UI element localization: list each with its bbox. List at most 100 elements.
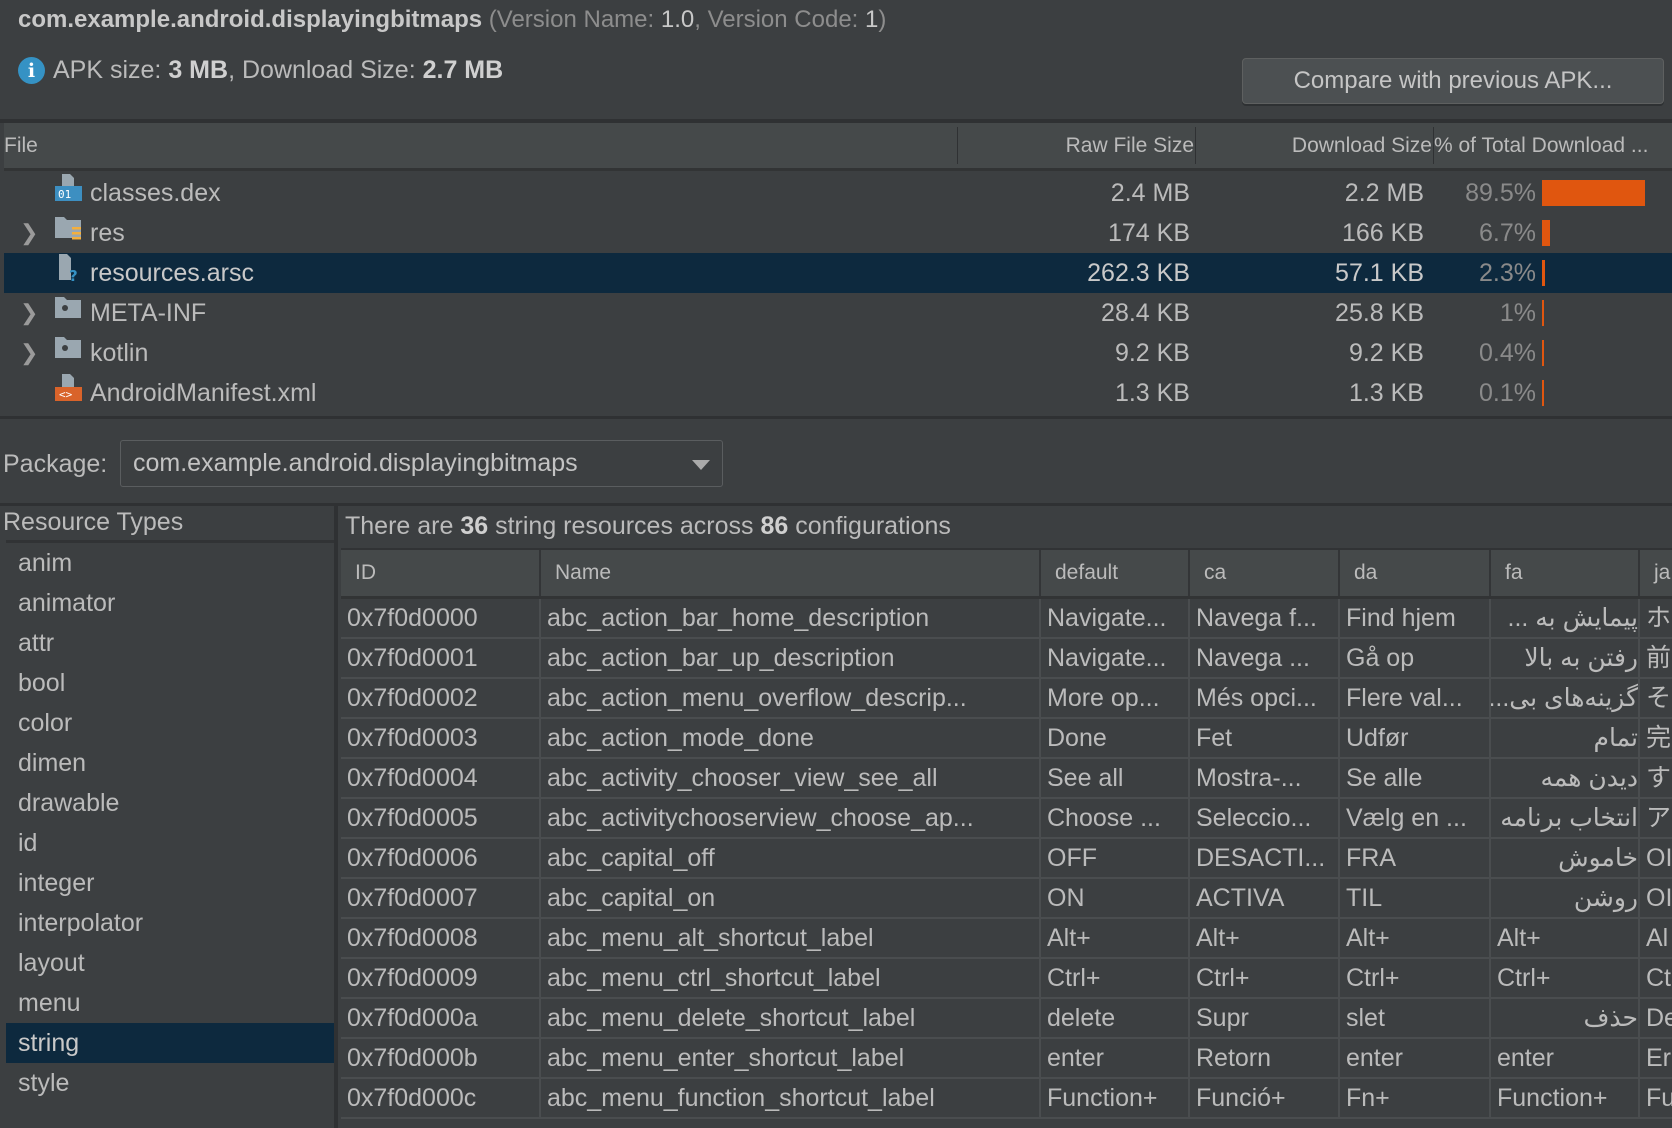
package-dropdown-value: com.example.android.displayingbitmaps — [133, 449, 578, 477]
cell-default: Ctrl+ — [1041, 959, 1190, 997]
column-header-name[interactable]: Name — [541, 550, 1041, 596]
resource-type-color[interactable]: color — [6, 703, 334, 743]
cell-default: Done — [1041, 719, 1190, 757]
string-row[interactable]: 0x7f0d000a abc_menu_delete_shortcut_label… — [341, 999, 1672, 1039]
string-row[interactable]: 0x7f0d0008 abc_menu_alt_shortcut_label Alt… — [341, 919, 1672, 959]
resource-type-style[interactable]: style — [6, 1063, 334, 1103]
column-header-da[interactable]: da — [1340, 550, 1491, 596]
file-name: AndroidManifest.xml — [90, 379, 317, 407]
column-divider[interactable] — [957, 127, 958, 164]
string-row[interactable]: 0x7f0d0003 abc_action_mode_done Done Fet Udf… — [341, 719, 1672, 759]
cell-ja: ホ — [1640, 599, 1672, 637]
string-row[interactable]: 0x7f0d0005 abc_activitychooserview_choose… — [341, 799, 1672, 839]
cell-ja: Ct — [1640, 959, 1672, 997]
resource-type-menu[interactable]: menu — [6, 983, 334, 1023]
cell-default: Navigate... — [1041, 639, 1190, 677]
resource-type-string[interactable]: string — [6, 1023, 334, 1063]
resource-type-interpolator[interactable]: interpolator — [6, 903, 334, 943]
file-row[interactable]: ❯ META-INF 28.4 KB 25.8 KB 1% — [4, 293, 1672, 333]
version-name: 1.0 — [660, 6, 695, 33]
cell-ja: 完 — [1640, 719, 1672, 757]
cell-ca: Alt+ — [1190, 919, 1340, 957]
column-header-id[interactable]: ID — [341, 550, 541, 596]
resource-type-id[interactable]: id — [6, 823, 334, 863]
column-divider[interactable] — [1195, 127, 1196, 164]
file-row[interactable]: 01 classes.dex 2.4 MB 2.2 MB 89.5% — [4, 173, 1672, 213]
column-header-raw-size[interactable]: Raw File Size — [964, 123, 1194, 168]
cell-ja: Al — [1640, 919, 1672, 957]
expand-chevron-icon[interactable]: ❯ — [20, 213, 38, 253]
string-row[interactable]: 0x7f0d0006 abc_capital_off OFF DESACTI... FR… — [341, 839, 1672, 879]
resource-type-dimen[interactable]: dimen — [6, 743, 334, 783]
cell-fa: دیدن همه — [1491, 759, 1640, 797]
raw-size: 2.4 MB — [1110, 179, 1190, 207]
svg-text:<>: <> — [59, 388, 73, 401]
string-row[interactable]: 0x7f0d0009 abc_menu_ctrl_shortcut_label Ct… — [341, 959, 1672, 999]
resource-type-attr[interactable]: attr — [6, 623, 334, 663]
cell-ja: す — [1640, 759, 1672, 797]
percent-bar — [1542, 340, 1544, 366]
percent-of-total: 89.5% — [1465, 179, 1536, 207]
string-row[interactable]: 0x7f0d0004 abc_activity_chooser_view_see_… — [341, 759, 1672, 799]
file-row[interactable]: ❯ res 174 KB 166 KB 6.7% — [4, 213, 1672, 253]
summary-prefix: There are — [345, 512, 461, 540]
resource-type-anim[interactable]: anim — [6, 543, 334, 583]
column-header-ja[interactable]: ja — [1640, 550, 1672, 596]
column-header-fa[interactable]: fa — [1491, 550, 1640, 596]
resource-types-label: Resource Types — [3, 508, 184, 536]
cell-name: abc_action_bar_home_description — [541, 599, 1041, 637]
column-header-percent[interactable]: % of Total Download ... — [1434, 123, 1670, 168]
file-row[interactable]: <> AndroidManifest.xml 1.3 KB 1.3 KB 0.1% — [4, 373, 1672, 413]
cell-name: abc_capital_on — [541, 879, 1041, 917]
cell-ca: Mostra-... — [1190, 759, 1340, 797]
percent-of-total: 0.1% — [1479, 379, 1536, 407]
column-header-download-size[interactable]: Download Size — [1199, 123, 1432, 168]
file-row[interactable]: ❯ kotlin 9.2 KB 9.2 KB 0.4% — [4, 333, 1672, 373]
string-row[interactable]: 0x7f0d000c abc_menu_function_shortcut_lab… — [341, 1079, 1672, 1119]
download-size-label: , Download Size: — [228, 56, 423, 84]
column-header-ca[interactable]: ca — [1190, 550, 1340, 596]
cell-ca: Supr — [1190, 999, 1340, 1037]
file-row[interactable]: ? resources.arsc 262.3 KB 57.1 KB 2.3% — [4, 253, 1672, 293]
resource-type-drawable[interactable]: drawable — [6, 783, 334, 823]
cell-name: abc_menu_ctrl_shortcut_label — [541, 959, 1041, 997]
percent-of-total: 1% — [1499, 299, 1536, 327]
cell-ja: OI — [1640, 839, 1672, 877]
expand-chevron-icon[interactable]: ❯ — [20, 333, 38, 373]
string-row[interactable]: 0x7f0d0001 abc_action_bar_up_description N… — [341, 639, 1672, 679]
cell-ca: Més opci... — [1190, 679, 1340, 717]
string-row[interactable]: 0x7f0d0000 abc_action_bar_home_descriptio… — [341, 599, 1672, 639]
resource-type-bool[interactable]: bool — [6, 663, 334, 703]
splitter[interactable] — [334, 506, 338, 1128]
divider — [0, 416, 1672, 419]
resource-type-layout[interactable]: layout — [6, 943, 334, 983]
cell-fa: رفتن به بالا — [1491, 639, 1640, 677]
version-info: (Version Name: 1.0, Version Code: 1) — [489, 6, 887, 33]
expand-chevron-icon[interactable]: ❯ — [20, 293, 38, 333]
string-row[interactable]: 0x7f0d0007 abc_capital_on ON ACTIVA TIL روشن O… — [341, 879, 1672, 919]
string-row[interactable]: 0x7f0d0002 abc_action_menu_overflow_descr… — [341, 679, 1672, 719]
cell-name: abc_action_menu_overflow_descrip... — [541, 679, 1041, 717]
cell-ca: Fet — [1190, 719, 1340, 757]
resource-type-animator[interactable]: animator — [6, 583, 334, 623]
compare-with-previous-apk-button[interactable]: Compare with previous APK... — [1242, 58, 1664, 104]
version-code-label: , Version Code: — [694, 6, 865, 33]
string-row[interactable]: 0x7f0d000b abc_menu_enter_shortcut_label e… — [341, 1039, 1672, 1079]
cell-da: Vælg en ... — [1340, 799, 1491, 837]
cell-fa: خاموش — [1491, 839, 1640, 877]
column-header-file[interactable]: File — [4, 123, 38, 168]
percent-bar — [1542, 220, 1550, 246]
package-dropdown[interactable]: com.example.android.displayingbitmaps — [120, 440, 723, 487]
cell-fa: گزینه‌های بی... — [1491, 679, 1640, 717]
cell-da: TIL — [1340, 879, 1491, 917]
apk-title: com.example.android.displayingbitmaps (V… — [18, 6, 886, 34]
folder-icon — [54, 333, 82, 361]
resource-type-integer[interactable]: integer — [6, 863, 334, 903]
string-count: 36 — [460, 512, 489, 540]
cell-fa: Alt+ — [1491, 919, 1640, 957]
column-header-default[interactable]: default — [1041, 550, 1190, 596]
svg-text:01: 01 — [58, 188, 71, 201]
cell-default: OFF — [1041, 839, 1190, 877]
cell-ca: Funció+ — [1190, 1079, 1340, 1117]
version-suffix: ) — [878, 6, 887, 33]
